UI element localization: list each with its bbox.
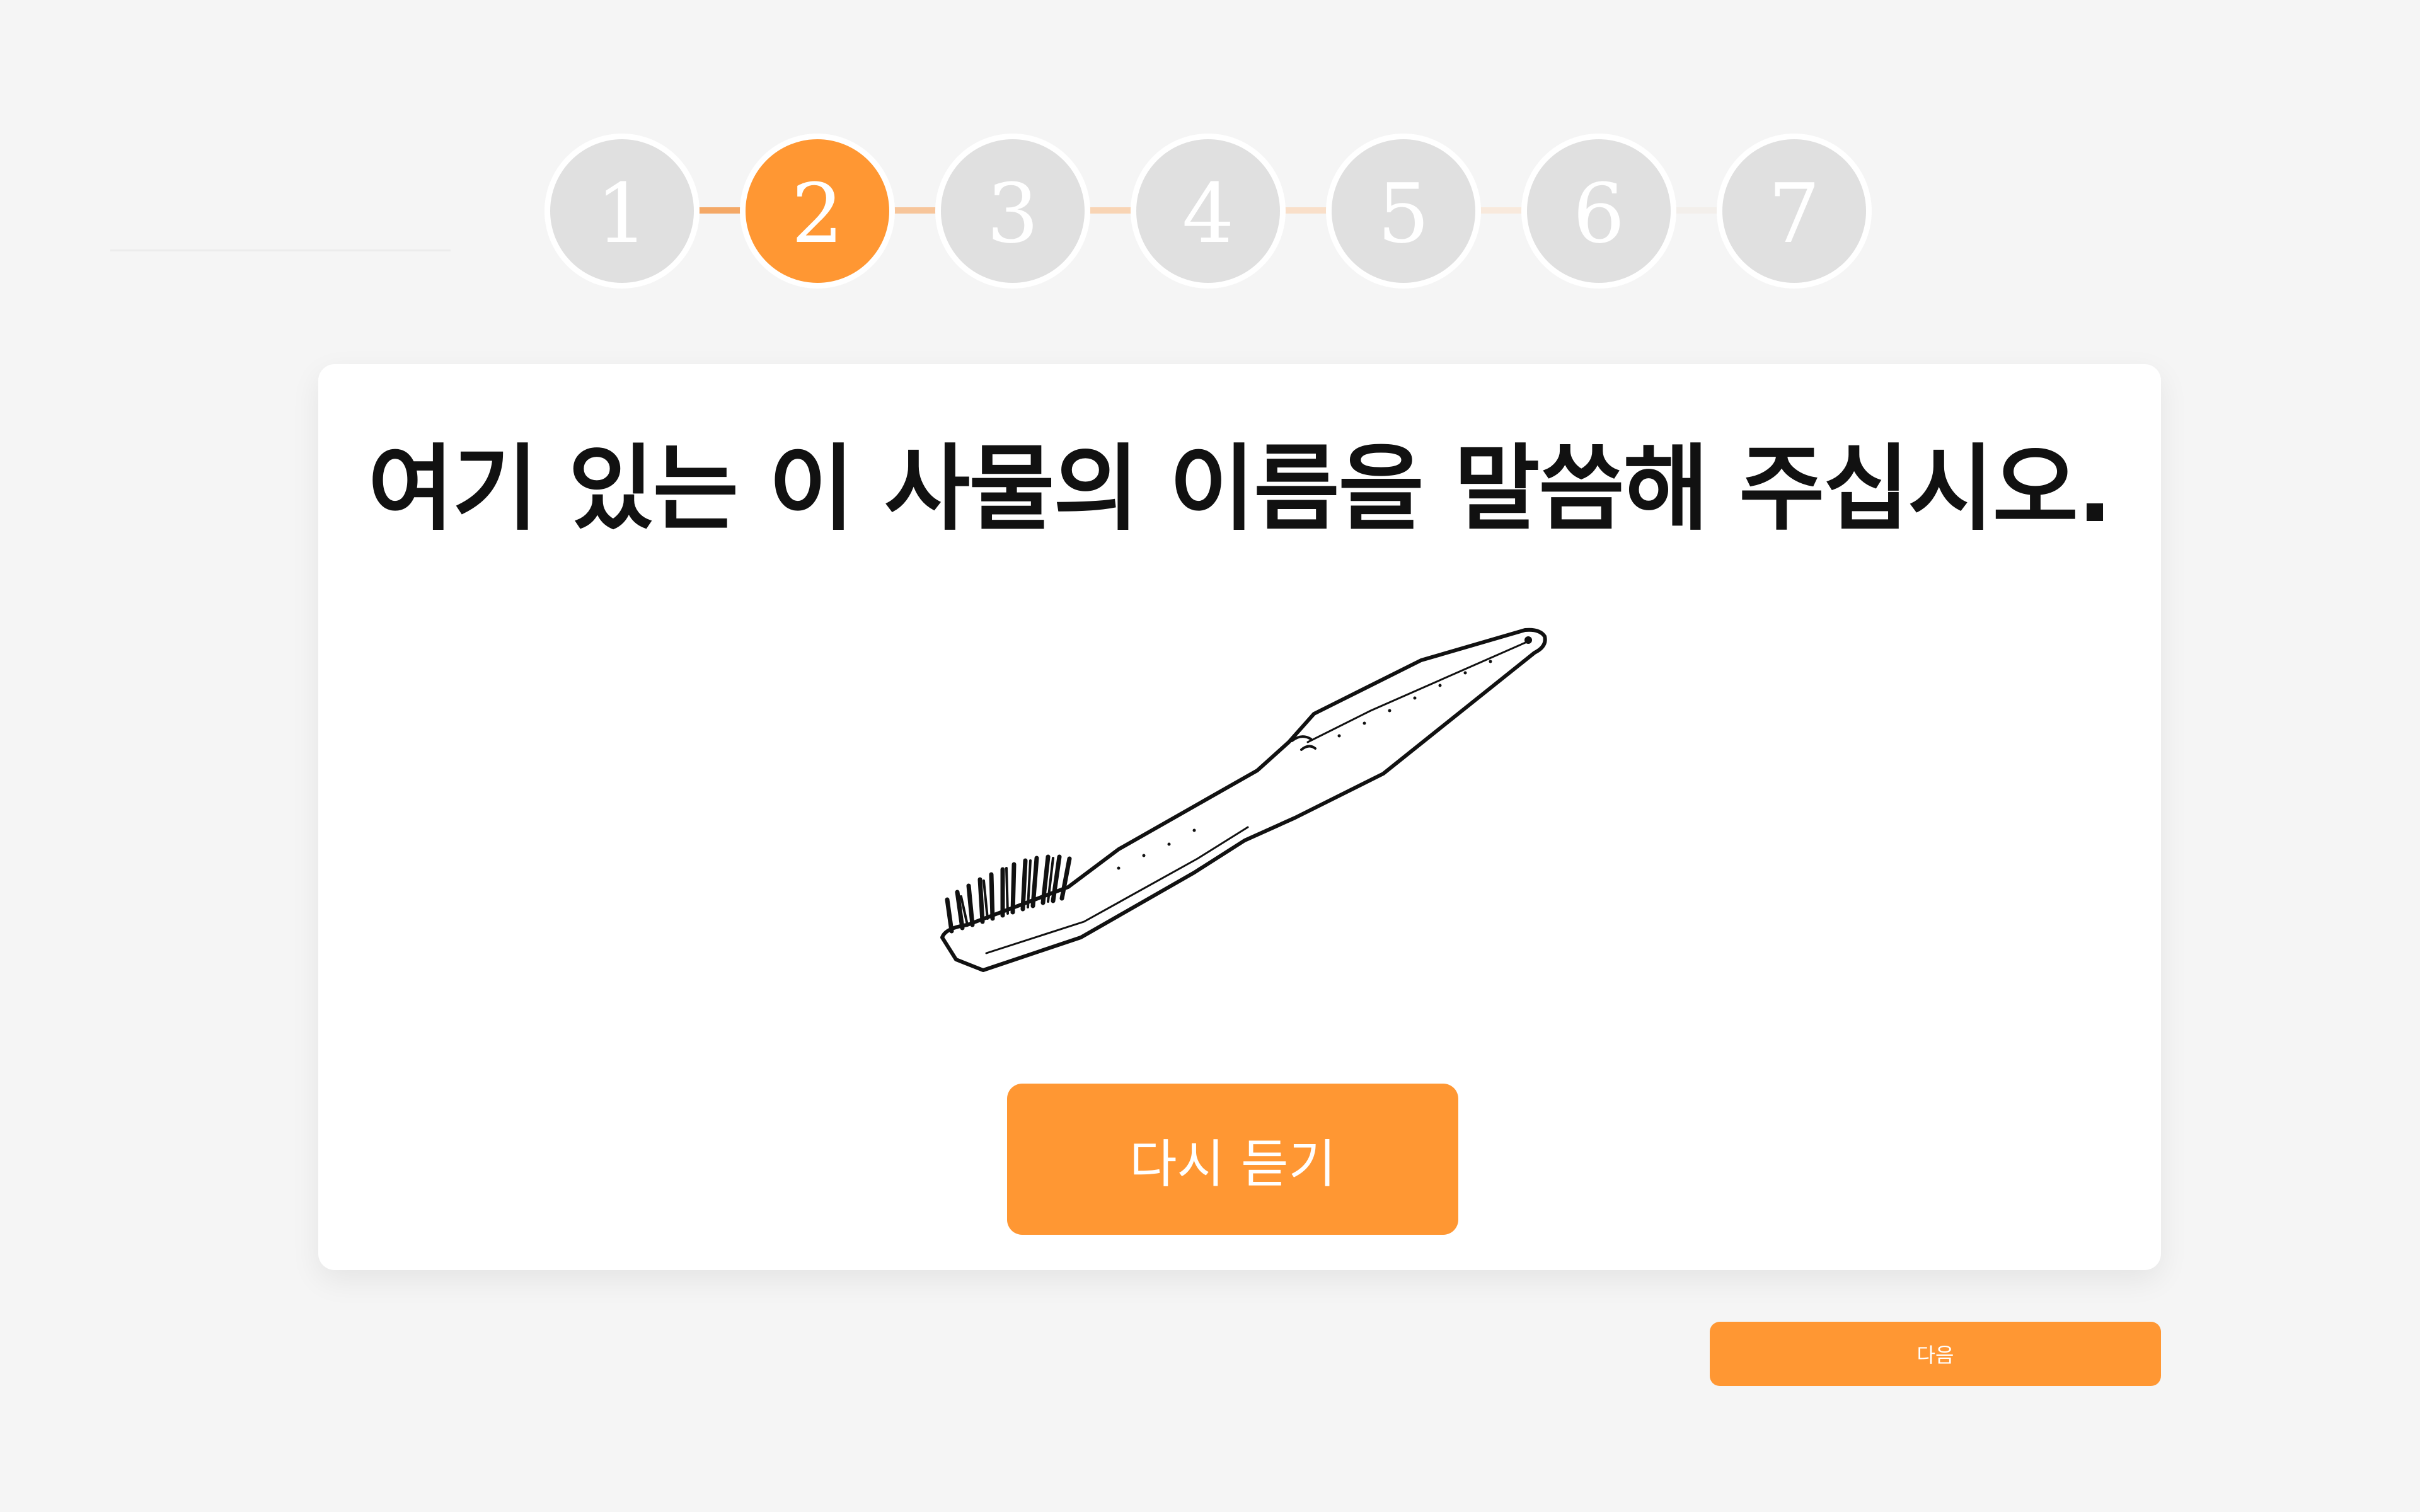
replay-audio-button[interactable]: 다시 듣기 [1007, 1084, 1458, 1235]
step-5-number: 5 [1377, 166, 1430, 261]
step-connector-6-7 [1670, 207, 1718, 214]
progress-stepper: 1 2 3 4 5 6 7 [0, 0, 2420, 302]
next-button[interactable]: 다음 [1710, 1322, 2161, 1386]
question-prompt: 여기 있는 이 사물의 이름을 말씀해 주십시오. [367, 435, 2112, 543]
toothbrush-illustration [940, 627, 1547, 972]
step-7-number: 7 [1768, 166, 1821, 261]
step-1: 1 [544, 134, 700, 289]
step-3-number: 3 [986, 166, 1039, 261]
step-6: 6 [1521, 134, 1676, 289]
step-2: 2 [740, 134, 895, 289]
step-4-number: 4 [1182, 166, 1235, 261]
step-6-number: 6 [1572, 166, 1625, 261]
step-connector-3-4 [1084, 207, 1132, 214]
step-connector-5-6 [1475, 207, 1523, 214]
step-connector-2-3 [889, 207, 936, 214]
step-5: 5 [1326, 134, 1481, 289]
step-2-number: 2 [791, 166, 844, 261]
step-7: 7 [1717, 134, 1872, 289]
step-3: 3 [935, 134, 1090, 289]
step-connector-1-2 [693, 207, 741, 214]
question-card: 여기 있는 이 사물의 이름을 말씀해 주십시오. 다시 듣기 [318, 364, 2161, 1270]
step-1-number: 1 [596, 166, 648, 261]
step-connector-4-5 [1279, 207, 1327, 214]
step-4: 4 [1131, 134, 1286, 289]
